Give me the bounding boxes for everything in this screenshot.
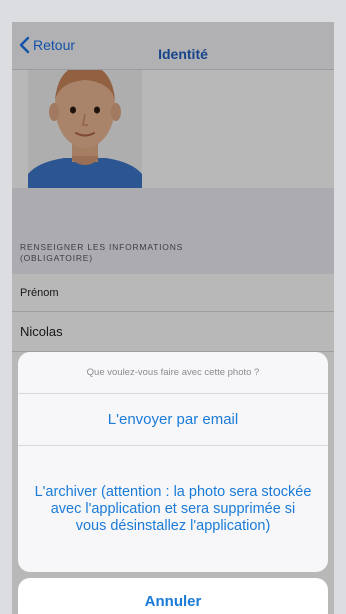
- action-sheet-title: Que voulez-vous faire avec cette photo ?: [18, 352, 328, 394]
- phone-screen: Retour Identité RENSEIGNER LES INFORMATI…: [12, 22, 334, 614]
- screen-frame: Retour Identité RENSEIGNER LES INFORMATI…: [0, 0, 346, 614]
- cancel-button[interactable]: Annuler: [18, 578, 328, 614]
- archive-button[interactable]: L'archiver (attention : la photo sera st…: [18, 446, 328, 572]
- send-by-email-button[interactable]: L'envoyer par email: [18, 394, 328, 446]
- action-sheet: Que voulez-vous faire avec cette photo ?…: [18, 352, 328, 572]
